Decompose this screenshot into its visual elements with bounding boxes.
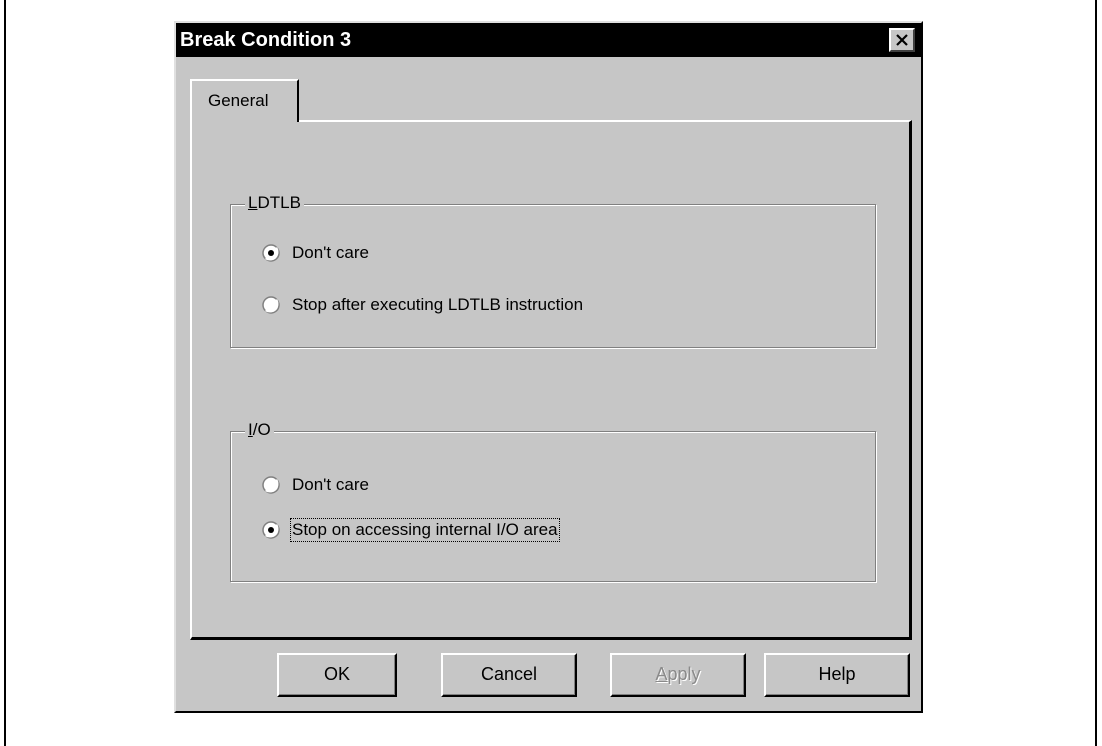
io-group-title: I/O — [245, 420, 274, 440]
io-stop-on-accessing-label: Stop on accessing internal I/O area — [290, 518, 560, 542]
help-button[interactable]: Help — [764, 653, 910, 697]
cancel-button[interactable]: Cancel — [441, 653, 577, 697]
io-groupbox: I/O Don't care Stop on accessing interna… — [230, 420, 876, 582]
ldtlb-group-title: LDTLB — [245, 193, 304, 213]
ldtlb-group-title-rest: DTLB — [257, 193, 301, 212]
ldtlb-groupbox: LDTLB Don't care Stop after executing LD… — [230, 193, 876, 348]
radio-unchecked-icon — [262, 296, 280, 314]
break-condition-dialog: Break Condition 3 General LDTLB Don't ca… — [174, 21, 923, 713]
io-group-title-rest: /O — [252, 420, 271, 439]
apply-button-mnemonic: A — [655, 664, 668, 684]
close-button[interactable] — [889, 28, 915, 52]
tab-general-label: General — [208, 91, 269, 110]
tab-general[interactable]: General — [190, 79, 299, 122]
radio-unchecked-icon — [262, 476, 280, 494]
ldtlb-stop-after-label: Stop after executing LDTLB instruction — [292, 295, 584, 314]
apply-button[interactable]: Apply — [610, 653, 746, 697]
dialog-title: Break Condition 3 — [180, 29, 352, 51]
radio-checked-icon — [262, 521, 280, 539]
apply-button-rest: pply — [667, 664, 701, 684]
ok-button[interactable]: OK — [277, 653, 397, 697]
radio-checked-icon — [262, 244, 280, 262]
io-dont-care-label: Don't care — [292, 475, 369, 494]
tab-panel-general: LDTLB Don't care Stop after executing LD… — [190, 120, 912, 640]
close-x-icon — [896, 34, 908, 46]
ldtlb-dont-care-label: Don't care — [292, 243, 369, 262]
title-bar: Break Condition 3 — [176, 23, 921, 57]
